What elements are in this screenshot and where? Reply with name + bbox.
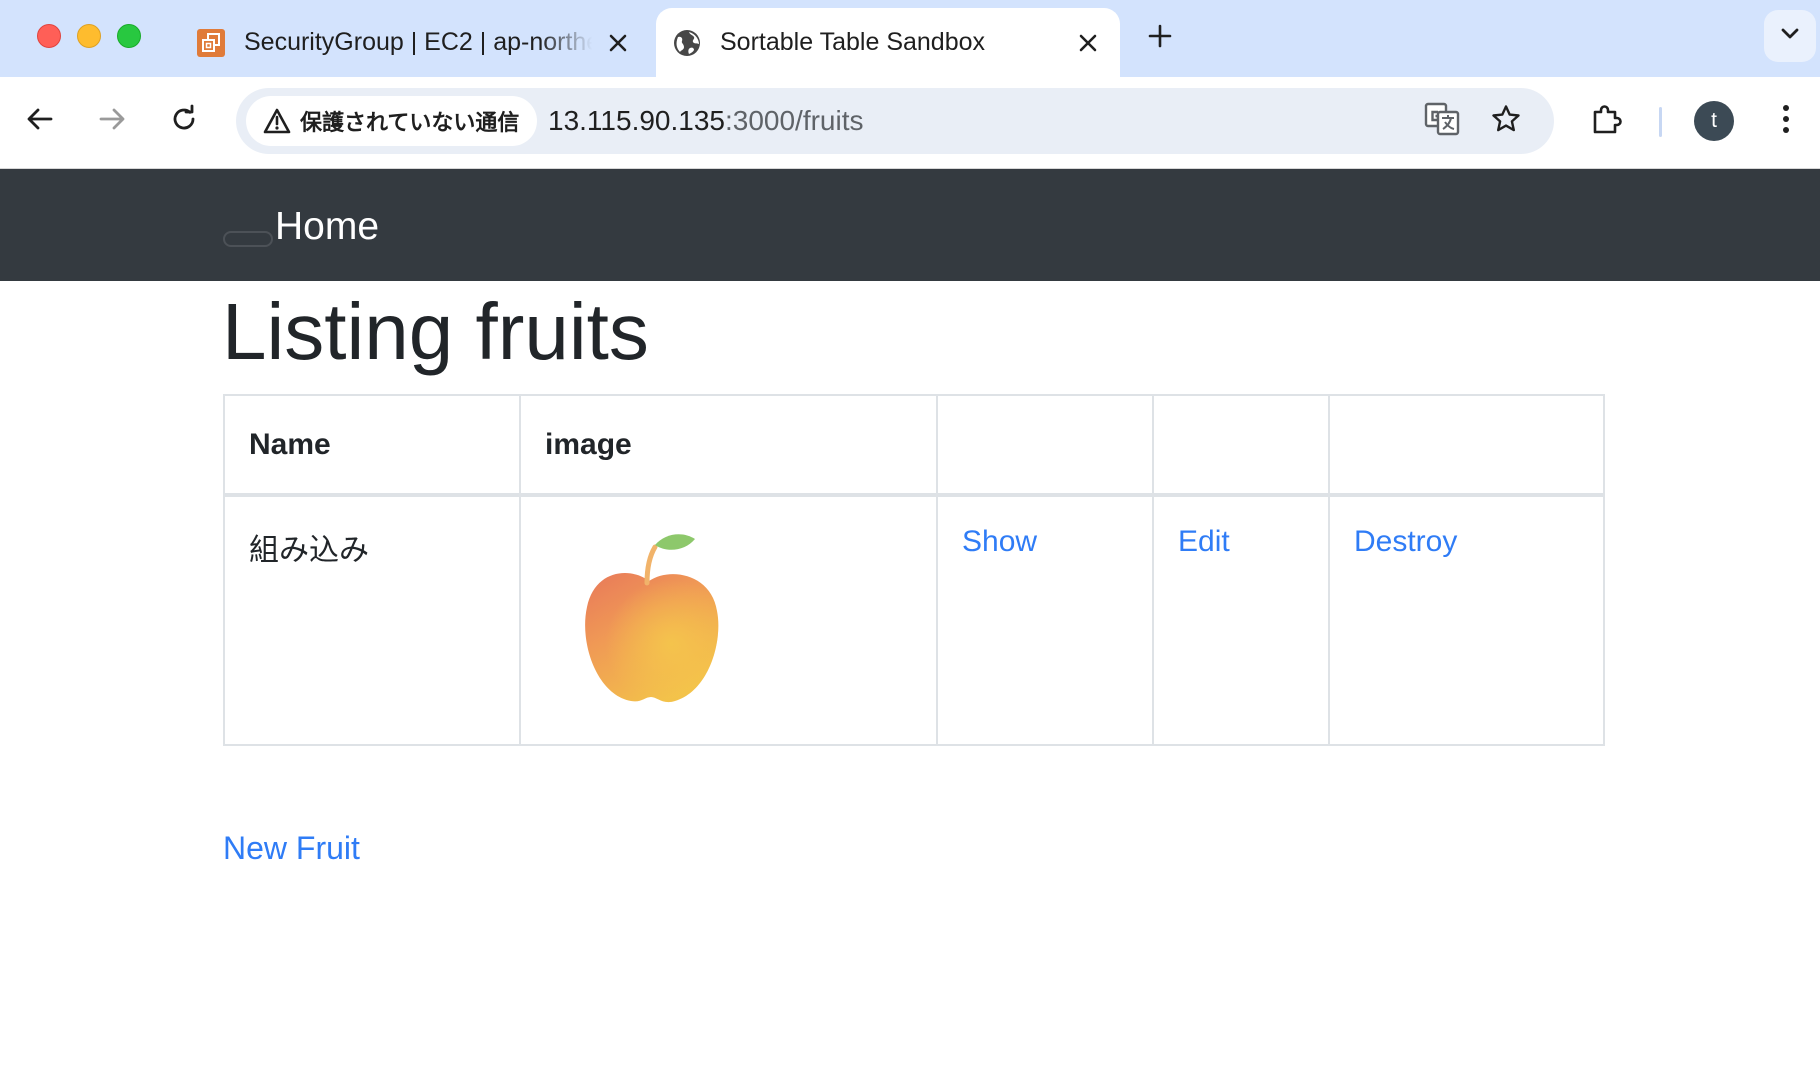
show-cell: Show [936, 494, 1154, 746]
arrow-right-icon [97, 104, 127, 139]
tab-title: Sortable Table Sandbox [720, 28, 986, 56]
column-header-image: image [519, 394, 938, 497]
security-label: 保護されていない通信 [300, 110, 520, 135]
toolbar-divider [1659, 107, 1662, 137]
tab-securitygroup[interactable]: SecurityGroup | EC2 | ap-northeast-1 [180, 8, 650, 77]
new-fruit-link[interactable]: New Fruit [223, 830, 360, 867]
chevron-down-icon [1780, 27, 1800, 46]
apple-image [569, 523, 729, 713]
fruit-name-cell: 組み込み [223, 494, 521, 746]
profile-avatar[interactable]: t [1694, 101, 1734, 141]
destroy-cell: Destroy [1328, 494, 1605, 746]
window-close-button[interactable] [37, 24, 61, 48]
reload-button[interactable] [162, 99, 206, 143]
url-text[interactable]: 13.115.90.135:3000/fruits [548, 88, 864, 154]
back-button[interactable] [18, 99, 62, 143]
show-link[interactable]: Show [962, 525, 1037, 558]
address-bar[interactable]: 保護されていない通信 13.115.90.135:3000/fruits [236, 88, 1554, 154]
close-icon[interactable] [1072, 27, 1104, 59]
navbar-toggler-button[interactable] [223, 231, 273, 247]
table-row: 組み込み Show Edit Destroy [223, 494, 1605, 746]
tab-sortable-table-sandbox[interactable]: Sortable Table Sandbox [656, 8, 1120, 77]
close-icon[interactable] [602, 27, 634, 59]
tab-title: SecurityGroup | EC2 | ap-northeast-1 [244, 28, 592, 56]
url-host: 13.115.90.135 [548, 105, 725, 136]
column-header-edit [1152, 394, 1330, 497]
column-header-name: Name [223, 394, 521, 497]
site-security-chip[interactable]: 保護されていない通信 [246, 96, 538, 146]
table-header-row: Name image [223, 394, 1605, 497]
plus-icon [1148, 24, 1172, 53]
column-header-show [936, 394, 1154, 497]
tab-search-button[interactable] [1764, 10, 1816, 62]
arrow-left-icon [25, 104, 55, 139]
translate-icon [1424, 101, 1460, 142]
star-icon [1491, 104, 1521, 139]
column-header-destroy [1328, 394, 1605, 497]
new-tab-button[interactable] [1142, 20, 1178, 56]
destroy-link[interactable]: Destroy [1354, 525, 1457, 558]
puzzle-icon [1590, 102, 1624, 141]
edit-cell: Edit [1152, 494, 1330, 746]
extensions-button[interactable] [1585, 99, 1629, 143]
forward-button[interactable] [90, 99, 134, 143]
warning-icon [262, 106, 292, 136]
reload-icon [169, 104, 199, 139]
nav-home-link[interactable]: Home [275, 205, 379, 249]
more-vert-icon [1782, 104, 1790, 139]
window-maximize-button[interactable] [117, 24, 141, 48]
window-minimize-button[interactable] [77, 24, 101, 48]
globe-icon [672, 28, 702, 58]
edit-link[interactable]: Edit [1178, 525, 1230, 558]
url-path: :3000/fruits [724, 105, 864, 136]
translate-button[interactable] [1420, 99, 1464, 143]
fruit-image-cell [519, 494, 938, 746]
browser-tabstrip: SecurityGroup | EC2 | ap-northeast-1 Sor… [0, 0, 1820, 77]
site-navbar: Home [0, 169, 1820, 281]
aws-ec2-icon [196, 28, 226, 58]
fruits-table: Name image 組み込み Show Edit Destroy [223, 394, 1605, 746]
browser-menu-button[interactable] [1764, 99, 1808, 143]
browser-toolbar: 保護されていない通信 13.115.90.135:3000/fruits t [0, 77, 1820, 169]
page-title: Listing fruits [222, 287, 649, 376]
bookmark-star-button[interactable] [1484, 99, 1528, 143]
